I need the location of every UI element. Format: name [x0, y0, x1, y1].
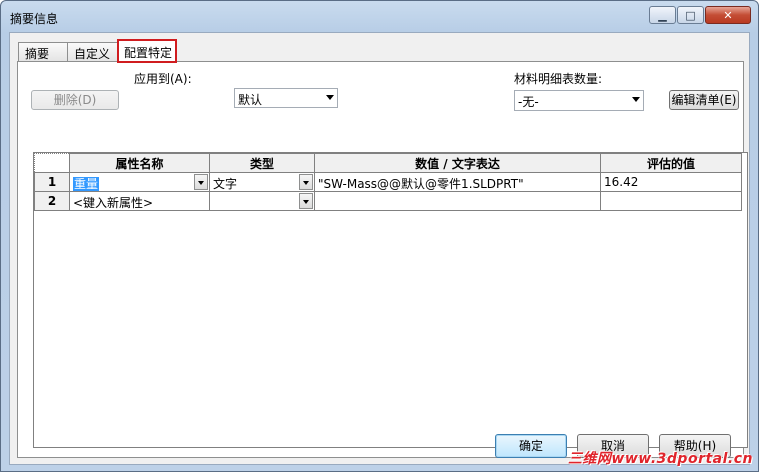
summary-info-dialog: 摘要信息 ▁ □ ✕ 摘要 自定义 配置特定 删除(D) 应用到(A): 默认 …	[0, 0, 759, 472]
chevron-down-icon	[326, 95, 334, 100]
table-corner[interactable]	[34, 153, 70, 173]
minimize-icon: ▁	[658, 8, 667, 22]
value-cell[interactable]	[314, 191, 601, 211]
table-row: 1 重量 文字 "SW-Mass@@默认@零件1.SLDPRT" 16.42	[34, 172, 742, 192]
tab-config-specific[interactable]: 配置特定	[117, 39, 177, 63]
type-value: 文字	[213, 177, 238, 191]
value-text: "SW-Mass@@默认@零件1.SLDPRT"	[318, 177, 524, 191]
evaluated-cell: 16.42	[600, 172, 742, 192]
title-bar[interactable]: 摘要信息 ▁ □ ✕	[1, 1, 758, 33]
table-header-row: 属性名称 类型 数值 / 文字表达 评估的值	[34, 153, 742, 173]
row-number[interactable]: 1	[34, 172, 70, 192]
chevron-down-icon[interactable]	[194, 174, 208, 190]
column-header-type[interactable]: 类型	[209, 153, 315, 173]
maximize-button[interactable]: □	[677, 6, 704, 24]
tab-custom[interactable]: 自定义	[67, 42, 119, 62]
chevron-down-icon[interactable]	[299, 174, 313, 190]
properties-table: 属性名称 类型 数值 / 文字表达 评估的值 1 重量 文字 "SW-Mass@…	[34, 153, 742, 211]
tab-panel: 删除(D) 应用到(A): 默认 材料明细表数量: -无- 编辑清单(E) 属性…	[17, 61, 748, 458]
apply-to-select[interactable]: 默认	[234, 88, 338, 108]
bom-qty-label: 材料明细表数量:	[514, 72, 603, 86]
type-cell[interactable]: 文字	[209, 172, 315, 192]
watermark: 三维网www.3dportal.cn	[567, 451, 753, 467]
type-cell[interactable]	[209, 191, 315, 211]
apply-to-value: 默认	[238, 93, 263, 107]
minimize-button[interactable]: ▁	[649, 6, 676, 24]
property-name-value: 重量	[73, 177, 100, 191]
property-name-cell[interactable]: <键入新属性>	[69, 191, 210, 211]
apply-to-label: 应用到(A):	[134, 72, 192, 86]
tab-summary[interactable]: 摘要	[18, 42, 68, 62]
delete-button[interactable]: 删除(D)	[31, 90, 119, 110]
chevron-down-icon[interactable]	[299, 193, 313, 209]
close-icon: ✕	[723, 8, 733, 22]
row-number[interactable]: 2	[34, 191, 70, 211]
chevron-down-icon	[632, 97, 640, 102]
column-header-evaluated[interactable]: 评估的值	[600, 153, 742, 173]
bom-qty-value: -无-	[518, 95, 539, 109]
properties-grid: 属性名称 类型 数值 / 文字表达 评估的值 1 重量 文字 "SW-Mass@…	[33, 152, 748, 448]
value-cell[interactable]: "SW-Mass@@默认@零件1.SLDPRT"	[314, 172, 601, 192]
table-row: 2 <键入新属性>	[34, 191, 742, 211]
edit-list-button[interactable]: 编辑清单(E)	[669, 90, 739, 110]
dialog-client-area: 摘要 自定义 配置特定 删除(D) 应用到(A): 默认 材料明细表数量: -无…	[9, 32, 750, 465]
close-button[interactable]: ✕	[705, 6, 751, 24]
property-name-cell[interactable]: 重量	[69, 172, 210, 192]
column-header-name[interactable]: 属性名称	[69, 153, 210, 173]
column-header-value[interactable]: 数值 / 文字表达	[314, 153, 601, 173]
evaluated-cell	[600, 191, 742, 211]
ok-button[interactable]: 确定	[495, 434, 567, 458]
maximize-icon: □	[685, 8, 696, 22]
window-title: 摘要信息	[10, 12, 59, 26]
bom-qty-select[interactable]: -无-	[514, 90, 644, 111]
evaluated-text: 16.42	[604, 175, 639, 189]
new-property-placeholder: <键入新属性>	[73, 196, 154, 210]
